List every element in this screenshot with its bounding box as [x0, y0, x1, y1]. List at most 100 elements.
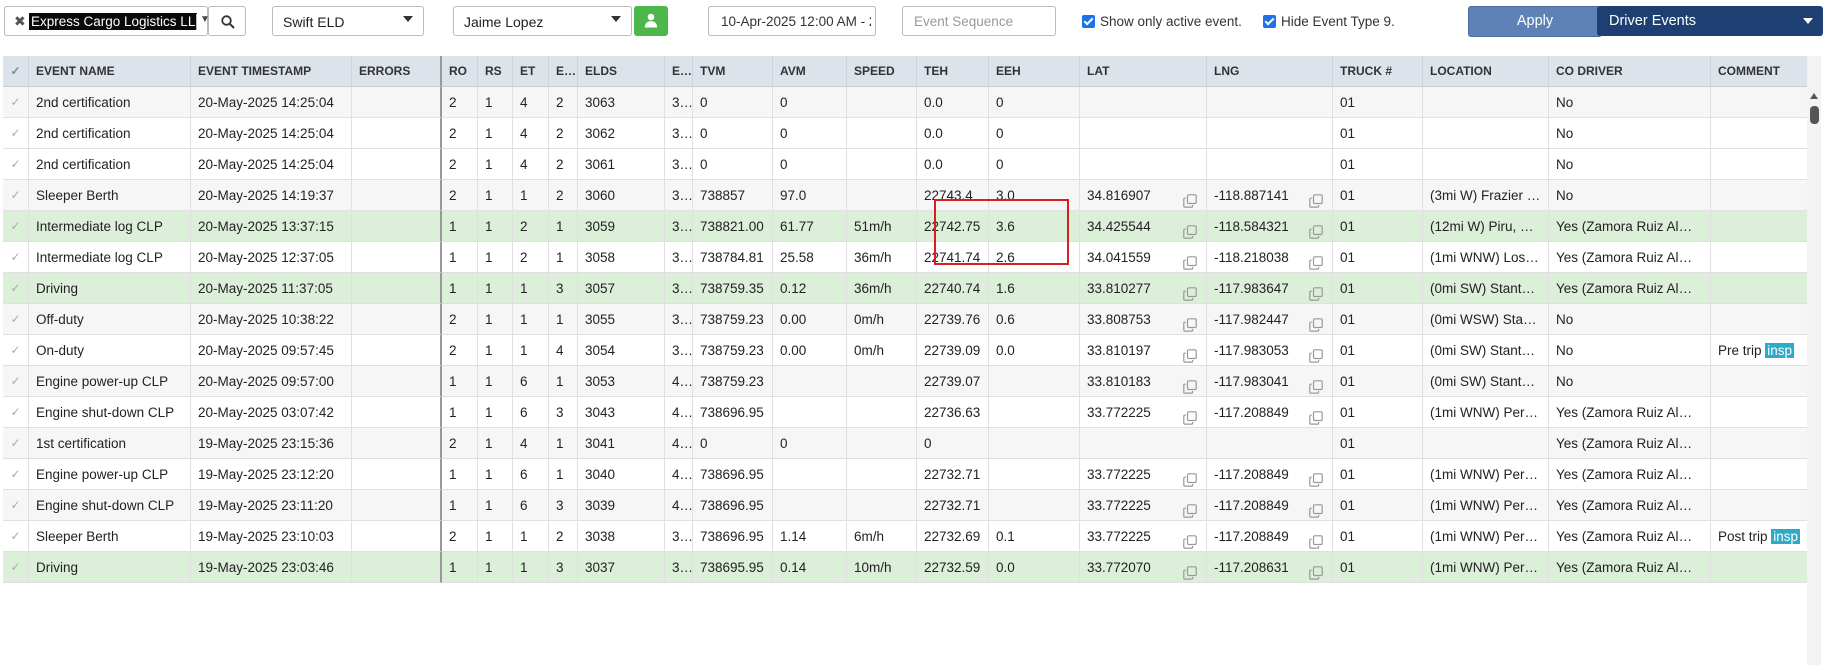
row-check-icon[interactable]: ✓ [3, 459, 29, 490]
search-button[interactable] [208, 6, 246, 36]
copy-icon[interactable] [1309, 219, 1323, 239]
cell-value: No [1556, 374, 1574, 389]
table-row[interactable]: ✓ On-duty 20-May-2025 09:57:45 2 1 1 4 3054 3… 73… [3, 335, 1813, 366]
hide-type9-label: Hide Event Type 9. [1281, 14, 1395, 29]
copy-icon[interactable] [1183, 405, 1197, 425]
date-range-input[interactable]: 10-Apr-2025 12:00 AM - 2 [708, 6, 876, 36]
column-header-location[interactable]: LOCATION [1423, 56, 1549, 87]
column-header-rs[interactable]: RS [478, 56, 513, 87]
driver-select[interactable]: Jaime Lopez [453, 6, 632, 36]
column-header-teh[interactable]: TEH [917, 56, 989, 87]
close-icon[interactable]: ✖ [14, 13, 26, 30]
copy-icon[interactable] [1309, 188, 1323, 208]
row-check-icon[interactable]: ✓ [3, 211, 29, 242]
row-check-icon[interactable]: ✓ [3, 521, 29, 552]
table-row[interactable]: ✓ Intermediate log CLP 20-May-2025 13:37:1… [3, 211, 1813, 242]
row-check-icon[interactable]: ✓ [3, 366, 29, 397]
hide-event-type9-checkbox[interactable]: Hide Event Type 9. [1263, 12, 1403, 32]
column-header-truck[interactable]: TRUCK # [1333, 56, 1423, 87]
copy-icon[interactable] [1309, 281, 1323, 301]
copy-icon[interactable] [1183, 281, 1197, 301]
copy-icon[interactable] [1183, 312, 1197, 332]
copy-icon[interactable] [1309, 343, 1323, 363]
cell-rs: 1 [478, 490, 513, 521]
column-header-avm[interactable]: AVM [773, 56, 847, 87]
driver-profile-button[interactable] [634, 6, 668, 36]
row-check-icon[interactable]: ✓ [3, 118, 29, 149]
checkbox-checked-icon[interactable] [1263, 15, 1276, 28]
eld-provider-select[interactable]: Swift ELD [272, 6, 424, 36]
row-check-icon[interactable]: ✓ [3, 149, 29, 180]
column-header-lat[interactable]: LAT [1080, 56, 1207, 87]
copy-icon[interactable] [1183, 374, 1197, 394]
row-check-icon[interactable]: ✓ [3, 397, 29, 428]
column-header-elds[interactable]: ELDS [578, 56, 665, 87]
show-active-checkbox[interactable]: Show only active event. [1082, 12, 1242, 32]
cell-value: 4 [520, 436, 528, 451]
scroll-up-icon[interactable] [1810, 93, 1818, 99]
select-all-check-icon[interactable]: ✓ [3, 56, 29, 87]
copy-icon[interactable] [1309, 250, 1323, 270]
row-check-icon[interactable]: ✓ [3, 180, 29, 211]
table-row[interactable]: ✓ Engine shut-down CLP 20-May-2025 03:07:4… [3, 397, 1813, 428]
column-header-lng[interactable]: LNG [1207, 56, 1333, 87]
company-select[interactable]: ✖ Express Cargo Logistics LL ▼ [4, 6, 210, 36]
table-row[interactable]: ✓ Engine power-up CLP 19-May-2025 23:12:20… [3, 459, 1813, 490]
column-header-ro[interactable]: RO [442, 56, 478, 87]
scroll-thumb[interactable] [1810, 106, 1819, 124]
row-check-icon[interactable]: ✓ [3, 242, 29, 273]
table-row[interactable]: ✓ 1st certification 19-May-2025 23:15:36 2 1… [3, 428, 1813, 459]
cell-value: 3061 [585, 157, 616, 172]
table-row[interactable]: ✓ Sleeper Berth 20-May-2025 14:19:37 2 1 1 2 30… [3, 180, 1813, 211]
copy-icon[interactable] [1183, 219, 1197, 239]
table-row[interactable]: ✓ Sleeper Berth 19-May-2025 23:10:03 2 1 1 2 30… [3, 521, 1813, 552]
copy-icon[interactable] [1309, 560, 1323, 580]
column-header-timestamp[interactable]: EVENT TIMESTAMP [191, 56, 352, 87]
copy-icon[interactable] [1183, 343, 1197, 363]
table-row[interactable]: ✓ 2nd certification 20-May-2025 14:25:04 2 1… [3, 149, 1813, 180]
copy-icon[interactable] [1309, 498, 1323, 518]
copy-icon[interactable] [1309, 529, 1323, 549]
column-header-speed[interactable]: SPEED [847, 56, 917, 87]
column-header-tvm[interactable]: TVM [693, 56, 773, 87]
copy-icon[interactable] [1309, 405, 1323, 425]
row-check-icon[interactable]: ✓ [3, 335, 29, 366]
row-check-icon[interactable]: ✓ [3, 552, 29, 583]
copy-icon[interactable] [1183, 560, 1197, 580]
vertical-scrollbar[interactable] [1807, 56, 1821, 665]
table-row[interactable]: ✓ Driving 19-May-2025 23:03:46 1 1 1 3 3037 3… 73… [3, 552, 1813, 583]
copy-icon[interactable] [1183, 250, 1197, 270]
copy-icon[interactable] [1309, 312, 1323, 332]
row-check-icon[interactable]: ✓ [3, 304, 29, 335]
column-header-event-name[interactable]: EVENT NAME [29, 56, 191, 87]
row-check-icon[interactable]: ✓ [3, 87, 29, 118]
event-sequence-input[interactable]: Event Sequence [902, 6, 1056, 36]
table-row[interactable]: ✓ 2nd certification 20-May-2025 14:25:04 2 1… [3, 118, 1813, 149]
row-check-icon[interactable]: ✓ [3, 273, 29, 304]
copy-icon[interactable] [1183, 467, 1197, 487]
column-header-errors[interactable]: ERRORS [352, 56, 442, 87]
table-row[interactable]: ✓ Driving 20-May-2025 11:37:05 1 1 1 3 3057 3… 73… [3, 273, 1813, 304]
copy-icon[interactable] [1309, 374, 1323, 394]
copy-icon[interactable] [1183, 188, 1197, 208]
column-header-es[interactable]: ES [665, 56, 693, 87]
column-header-comment[interactable]: COMMENT [1711, 56, 1813, 87]
checkbox-checked-icon[interactable] [1082, 15, 1095, 28]
copy-icon[interactable] [1183, 529, 1197, 549]
column-header-eeh[interactable]: EEH [989, 56, 1080, 87]
copy-icon[interactable] [1183, 498, 1197, 518]
table-row[interactable]: ✓ Engine power-up CLP 20-May-2025 09:57:00… [3, 366, 1813, 397]
table-row[interactable]: ✓ Intermediate log CLP 20-May-2025 12:37:0… [3, 242, 1813, 273]
column-header-et[interactable]: ET [513, 56, 549, 87]
column-header-ec[interactable]: EC [549, 56, 578, 87]
copy-icon[interactable] [1309, 467, 1323, 487]
column-header-co-driver[interactable]: CO DRIVER [1549, 56, 1711, 87]
apply-button[interactable]: Apply [1468, 6, 1602, 37]
row-check-icon[interactable]: ✓ [3, 428, 29, 459]
table-row[interactable]: ✓ Engine shut-down CLP 19-May-2025 23:11:2… [3, 490, 1813, 521]
view-select[interactable]: Driver Events [1597, 6, 1823, 36]
table-row[interactable]: ✓ Off-duty 20-May-2025 10:38:22 2 1 1 1 3055 3… 7… [3, 304, 1813, 335]
cell-value: 33.772225 [1087, 529, 1151, 544]
row-check-icon[interactable]: ✓ [3, 490, 29, 521]
table-row[interactable]: ✓ 2nd certification 20-May-2025 14:25:04 2 1… [3, 87, 1813, 118]
